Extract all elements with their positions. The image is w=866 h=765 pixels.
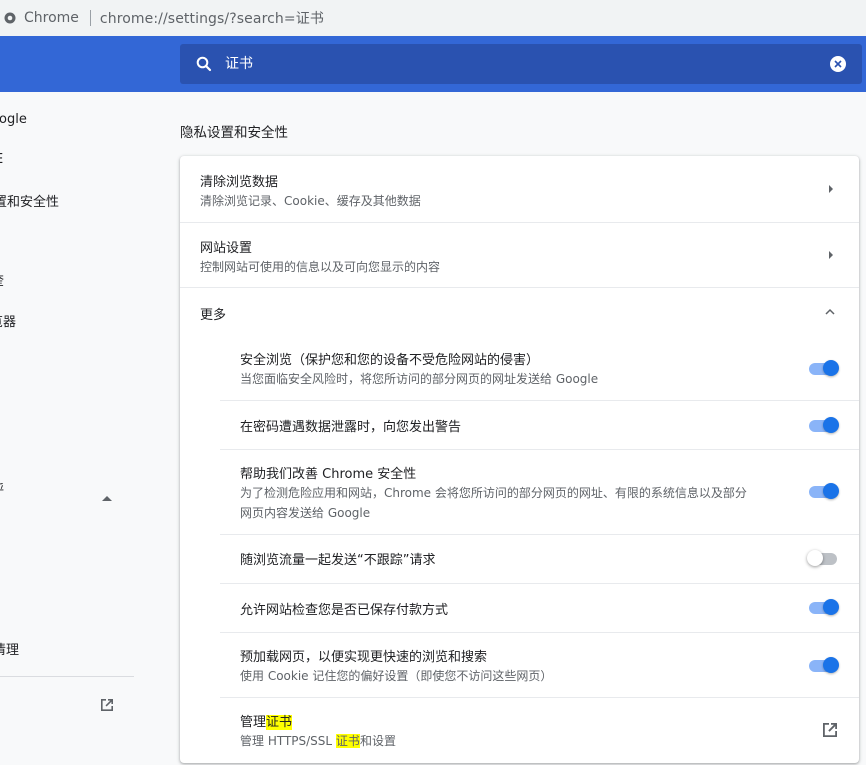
sidebar-item-reset[interactable]: 清理: [0, 639, 19, 658]
row-title: 管理证书: [240, 711, 293, 730]
safe-browsing-toggle[interactable]: [807, 358, 839, 378]
sidebar-divider: [0, 676, 134, 677]
row-title: 预加载网页，以便实现更快速的浏览和搜索: [240, 650, 488, 665]
row-title: 更多: [200, 308, 227, 323]
row-subtitle: 清除浏览记录、Cookie、缓存及其他数据: [200, 194, 421, 208]
search-highlight: 证书: [266, 715, 293, 730]
row-subtitle-line2: 网页内容发送给 Google: [240, 506, 371, 520]
manage-certificates-row[interactable]: 管理证书 管理 HTTPS/SSL 证书和设置: [180, 698, 859, 762]
preload-pages-toggle[interactable]: [807, 655, 839, 675]
clear-browsing-data-row[interactable]: 清除浏览数据 清除浏览记录、Cookie、缓存及其他数据: [180, 156, 859, 222]
row-title: 允许网站检查您是否已保存付款方式: [240, 603, 449, 618]
open-in-new-icon[interactable]: [821, 721, 839, 739]
chevron-up-icon: [825, 308, 835, 315]
sidebar-item-privacy[interactable]: 置和安全性: [0, 191, 59, 210]
clear-search-icon[interactable]: [830, 56, 846, 72]
improve-security-row[interactable]: 帮助我们改善 Chrome 安全性 为了检测危险应用和网站，Chrome 会将您…: [180, 450, 859, 534]
sub-suffix: 和设置: [359, 734, 396, 748]
row-title: 随浏览流量一起发送“不跟踪”请求: [240, 553, 436, 568]
chrome-logo-icon: [4, 12, 16, 24]
sidebar-item-autofill[interactable]: E: [0, 152, 3, 167]
search-highlight: 证书: [335, 734, 360, 748]
row-subtitle: 当您面临安全风险时，将您所访问的部分网页的网址发送给 Google: [240, 372, 599, 386]
password-leak-row[interactable]: 在密码遭遇数据泄露时，向您发出警告: [180, 401, 859, 449]
payment-methods-toggle[interactable]: [807, 597, 839, 617]
row-title: 在密码遭遇数据泄露时，向您发出警告: [240, 420, 462, 435]
row-subtitle: 控制网站可使用的信息以及可向您显示的内容: [200, 260, 441, 274]
more-expand-row[interactable]: 更多: [180, 287, 859, 334]
sidebar-item-label: 奎: [0, 274, 4, 289]
settings-search-box[interactable]: 证书: [180, 44, 862, 84]
sidebar-item-default-browser[interactable]: 览器: [0, 311, 16, 330]
password-leak-toggle[interactable]: [807, 415, 839, 435]
chevron-up-icon[interactable]: [102, 496, 112, 501]
search-icon: [196, 56, 212, 72]
safe-browsing-row[interactable]: 安全浏览（保护您和您的设备不受危险网站的侵害） 当您面临安全风险时，将您所访问的…: [180, 336, 859, 400]
row-title: 帮助我们改善 Chrome 安全性: [240, 467, 417, 482]
row-subtitle: 为了检测危险应用和网站，Chrome 会将您所访问的部分网页的网址、有限的系统信…: [240, 486, 747, 500]
sidebar-item-label: ogle: [0, 112, 27, 127]
sidebar-item-appearance[interactable]: 奎: [0, 270, 4, 289]
settings-sidebar: ogle E 置和安全性 奎 览器 呼 清理: [0, 92, 134, 765]
row-subtitle: 使用 Cookie 记住您的偏好设置（即使您不访问这些网页）: [240, 669, 553, 683]
payment-methods-row[interactable]: 允许网站检查您是否已保存付款方式: [180, 584, 859, 632]
search-input[interactable]: 证书: [225, 55, 253, 73]
sidebar-item-label: 置和安全性: [0, 195, 60, 210]
section-title: 隐私设置和安全性: [180, 125, 288, 141]
browser-name: Chrome: [24, 10, 79, 26]
site-settings-row[interactable]: 网站设置 控制网站可使用的信息以及可向您显示的内容: [180, 222, 859, 287]
address-bar[interactable]: Chrome chrome://settings/?search=证书: [0, 0, 866, 36]
chevron-right-icon: [829, 185, 833, 193]
row-title: 网站设置: [200, 241, 253, 256]
row-title: 清除浏览数据: [200, 175, 279, 190]
do-not-track-row[interactable]: 随浏览流量一起发送“不跟踪”请求: [180, 535, 859, 583]
row-subtitle: 管理 HTTPS/SSL 证书和设置: [240, 732, 396, 749]
sidebar-item-label: 呼: [0, 483, 4, 498]
url-text[interactable]: chrome://settings/?search=证书: [100, 8, 324, 28]
sidebar-item-label: 览器: [0, 315, 17, 330]
sidebar-item-advanced[interactable]: 呼: [0, 479, 4, 498]
sub-prefix: 管理 HTTPS/SSL: [240, 734, 336, 748]
chevron-right-icon: [829, 251, 833, 259]
do-not-track-toggle[interactable]: [807, 548, 839, 568]
privacy-security-card: 清除浏览数据 清除浏览记录、Cookie、缓存及其他数据 网站设置 控制网站可使…: [180, 156, 859, 763]
improve-security-toggle[interactable]: [807, 481, 839, 501]
row-title: 安全浏览（保护您和您的设备不受危险网站的侵害）: [240, 353, 540, 368]
sidebar-item-label: 清理: [0, 643, 20, 658]
address-separator: [89, 10, 91, 26]
sidebar-item-google[interactable]: ogle: [0, 112, 27, 127]
sidebar-item-label: E: [0, 152, 3, 167]
title-prefix: 管理: [240, 715, 267, 730]
open-in-new-icon[interactable]: [99, 697, 115, 713]
preload-pages-row[interactable]: 预加载网页，以便实现更快速的浏览和搜索 使用 Cookie 记住您的偏好设置（即…: [180, 633, 859, 697]
